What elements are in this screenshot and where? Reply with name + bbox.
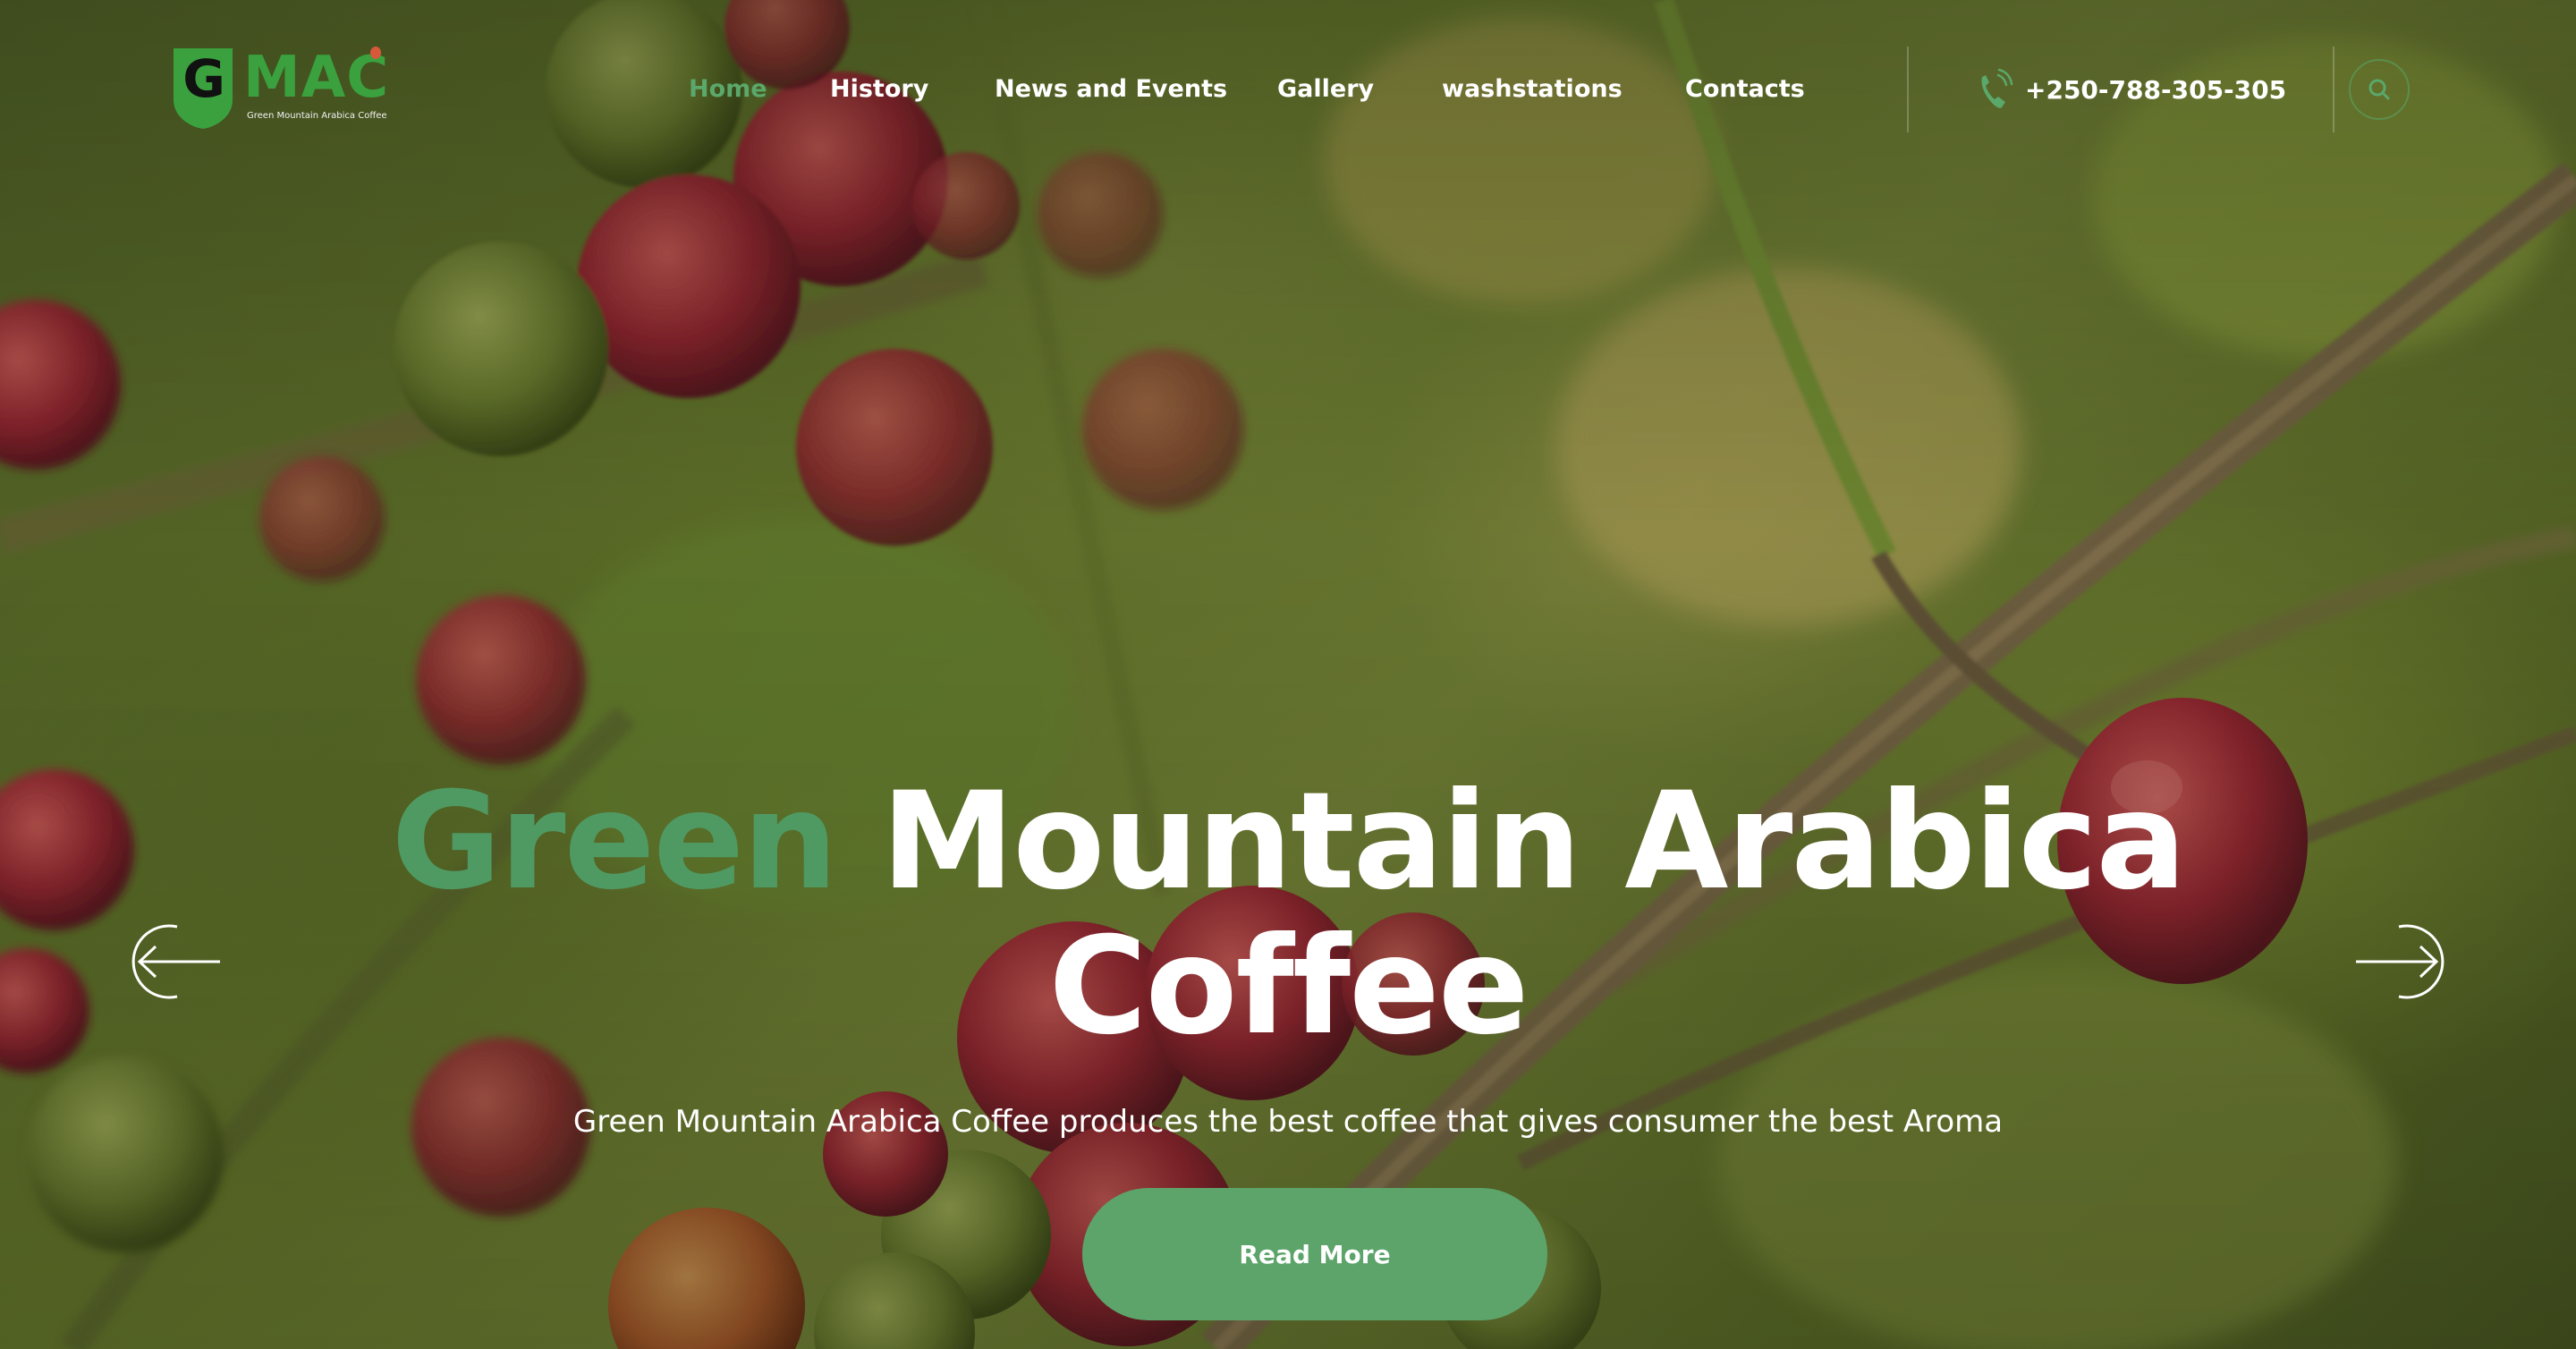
logo-wordmark: MAC [243,45,390,111]
header-phone[interactable]: +250-788-305-305 [1975,66,2286,113]
header-divider [1907,47,1909,132]
hero-section: G MAC Green Mountain Arabica Coffee Home… [0,0,2576,1349]
headline-accent-word: Green [391,764,837,920]
headline-rest: Mountain Arabica [835,764,2186,920]
hero-overlay [0,0,2576,1349]
site-logo[interactable]: G MAC Green Mountain Arabica Coffee [172,45,395,134]
phone-icon [1981,68,2013,108]
nav-item-gallery[interactable]: Gallery [1277,68,1374,111]
nav-item-history[interactable]: History [830,68,928,111]
logo-tagline: Green Mountain Arabica Coffee [247,111,387,121]
read-more-button[interactable]: Read More [1082,1188,1547,1320]
nav-item-washstations[interactable]: washstations [1442,68,1623,111]
search-icon [2368,79,2390,100]
nav-item-news-and-events[interactable]: News and Events [995,68,1227,111]
nav-item-contacts[interactable]: Contacts [1685,68,1805,111]
headline-line-2: Coffee [1048,909,1529,1065]
nav-item-home[interactable]: Home [689,68,767,111]
hero-headline: Green Mountain Arabica Coffee [0,769,2576,1059]
site-header: G MAC Green Mountain Arabica Coffee Home… [0,0,2576,179]
phone-number: +250-788-305-305 [2025,74,2287,105]
header-divider-right [2333,47,2334,132]
logo-bean-icon [370,47,381,59]
search-button[interactable] [2349,59,2410,120]
logo-letter: G [182,48,225,109]
hero-subtitle: Green Mountain Arabica Coffee produces t… [572,1104,2004,1140]
